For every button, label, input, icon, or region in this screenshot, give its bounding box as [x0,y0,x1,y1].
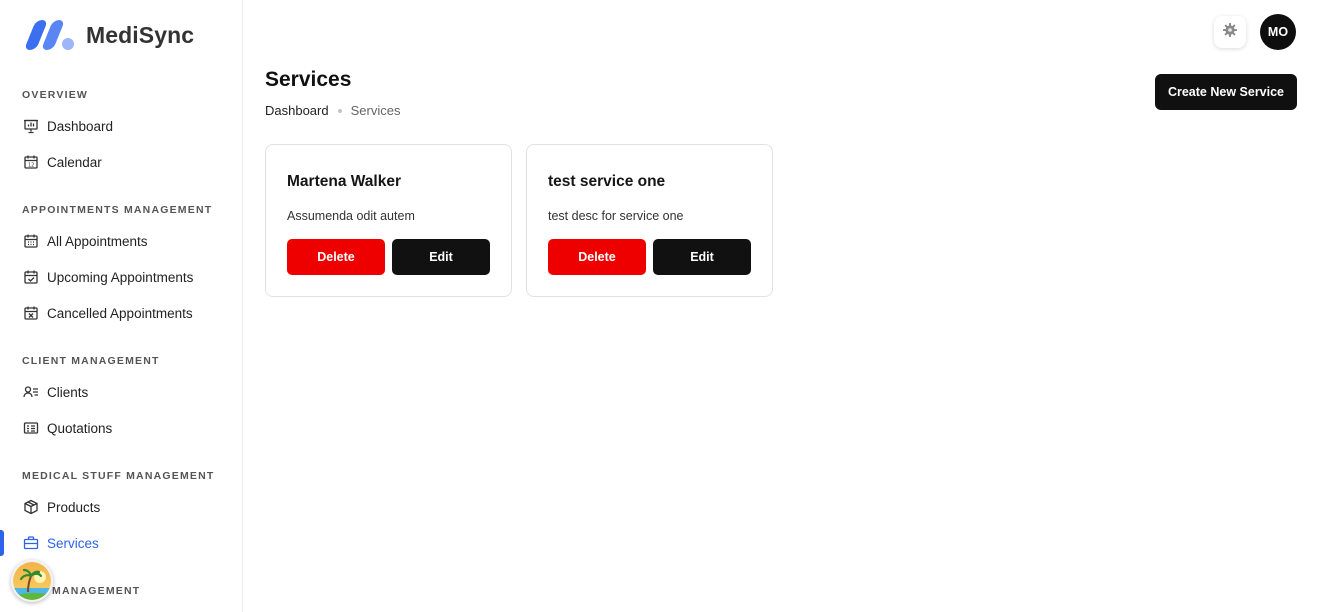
section-title-clients: CLIENT MANAGEMENT [22,355,160,367]
brand[interactable]: MediSync [23,20,195,50]
breadcrumb-current: Services [350,103,401,118]
sidebar-item-label: Cancelled Appointments [47,305,193,321]
sidebar-item-all-appointments[interactable]: All Appointments [0,226,242,256]
sidebar-item-label: Quotations [47,420,113,436]
briefcase-icon [23,535,39,551]
box-icon [23,499,39,515]
service-title: test service one [548,173,666,190]
create-new-service-button[interactable]: Create New Service [1155,74,1297,110]
calendar-grid-icon [23,233,39,249]
delete-button[interactable]: Delete [287,239,385,275]
breadcrumb-separator [337,108,342,113]
sidebar-item-label: All Appointments [47,233,148,249]
edit-button[interactable]: Edit [392,239,490,275]
calendar-x-icon [23,305,39,321]
presentation-chart-icon [23,118,39,134]
section-title-overview: OVERVIEW [22,89,89,101]
sidebar-item-label: Dashboard [47,118,114,134]
breadcrumb-link-dashboard[interactable]: Dashboard [265,103,329,118]
settings-button[interactable] [1214,16,1246,48]
page-title: Services [265,68,352,91]
sidebar-item-cancelled-appointments[interactable]: Cancelled Appointments [0,298,242,328]
edit-button[interactable]: Edit [653,239,751,275]
sidebar-item-label: Calendar [47,154,102,170]
sidebar-item-dashboard[interactable]: Dashboard [0,111,242,141]
brand-logo-icon [23,20,74,50]
brand-name: MediSync [86,21,195,48]
user-list-icon [23,384,39,400]
calendar-icon: 12 [23,154,39,170]
section-title-appointments: APPOINTMENTS MANAGEMENT [22,204,213,216]
sidebar-item-label: Services [47,535,99,551]
sidebar-item-label: Products [47,499,101,515]
section-title-medical-stuff: MEDICAL STUFF MANAGEMENT [22,470,215,482]
service-description: test desc for service one [548,209,684,223]
delete-button[interactable]: Delete [548,239,646,275]
service-card: test service one test desc for service o… [526,144,773,297]
service-card: Martena Walker Assumenda odit autem Dele… [265,144,512,297]
sidebar: MediSync OVERVIEW Dashboard 12 Calendar … [0,0,243,612]
sidebar-item-services[interactable]: Services [0,528,242,558]
section-title-management: MANAGEMENT [52,585,141,597]
sidebar-item-clients[interactable]: Clients [0,377,242,407]
sidebar-item-products[interactable]: Products [0,492,242,522]
service-description: Assumenda odit autem [287,209,415,223]
user-avatar[interactable]: MO [1260,14,1296,50]
sidebar-item-label: Upcoming Appointments [47,269,194,285]
calendar-check-icon [23,269,39,285]
service-title: Martena Walker [287,173,401,190]
sidebar-item-calendar[interactable]: 12 Calendar [0,147,242,177]
floating-widget-avatar[interactable] [11,560,53,602]
sidebar-item-quotations[interactable]: Quotations [0,413,242,443]
sidebar-item-upcoming-appointments[interactable]: Upcoming Appointments [0,262,242,292]
invoice-icon [23,420,39,436]
svg-text:12: 12 [28,163,34,169]
breadcrumb: Dashboard Services [265,103,400,118]
gear-icon [1222,22,1238,43]
sidebar-item-label: Clients [47,384,89,400]
